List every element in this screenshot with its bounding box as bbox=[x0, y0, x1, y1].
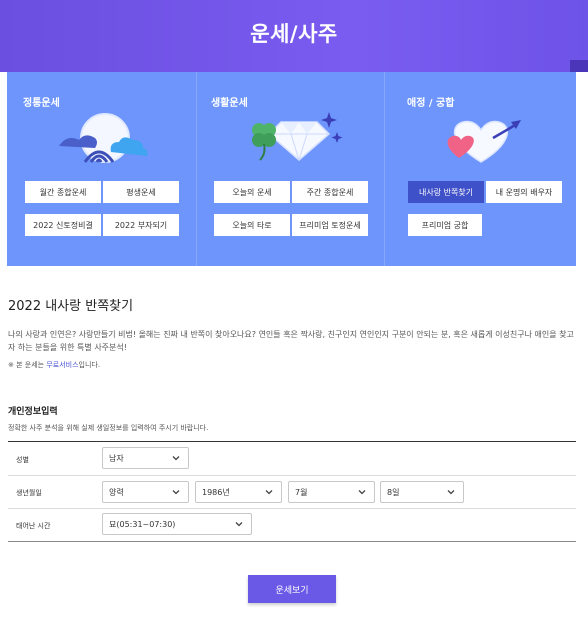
birth-month-select[interactable]: 7월 bbox=[288, 481, 375, 503]
view-fortune-button[interactable]: 운세보기 bbox=[248, 575, 336, 603]
chevron-down-icon bbox=[235, 522, 243, 527]
menu-column-title: 애정 / 궁합 bbox=[407, 98, 455, 109]
birthtime-label: 태어난 시간 bbox=[16, 522, 51, 530]
birthdate-label: 생년월일 bbox=[16, 489, 42, 497]
content-description: 나의 사랑과 인연은? 사랑만들기 비법! 올해는 진짜 내 반쪽이 찾아오나요… bbox=[8, 330, 574, 352]
gender-label: 성별 bbox=[16, 456, 29, 464]
content-title: 2022 내사랑 반쪽찾기 bbox=[8, 299, 134, 314]
chevron-down-icon bbox=[172, 456, 180, 461]
menu-button-today-fortune[interactable]: 오늘의 운세 bbox=[214, 181, 290, 203]
page-header: 운세/사주 bbox=[0, 0, 588, 72]
birth-time-value: 묘(05:31~07:30) bbox=[109, 519, 176, 529]
birth-year-select[interactable]: 1986년 bbox=[195, 481, 282, 503]
menu-button-tojeong[interactable]: 2022 신토정비결 bbox=[25, 214, 101, 236]
menu-column-life: 생활운세 오늘의 운세 주간 종합운세 오늘의 타로 프리미엄 토정운세 bbox=[196, 72, 384, 266]
birth-day-value: 8일 bbox=[387, 487, 400, 497]
menu-button-destined-spouse[interactable]: 내 운명의 배우자 bbox=[486, 181, 562, 203]
menu-button-monthly-fortune[interactable]: 월간 종합운세 bbox=[25, 181, 101, 203]
page-title: 운세/사주 bbox=[250, 22, 338, 46]
calendar-type-select[interactable]: 양력 bbox=[102, 481, 189, 503]
form-title: 개인정보입력 bbox=[8, 407, 58, 417]
calendar-type-value: 양력 bbox=[109, 487, 124, 497]
clover-diamond-icon bbox=[252, 112, 343, 161]
header-corner-shade bbox=[570, 60, 588, 72]
menu-button-wealth[interactable]: 2022 부자되기 bbox=[103, 214, 179, 236]
chevron-down-icon bbox=[172, 490, 180, 495]
form-row-divider bbox=[8, 475, 576, 476]
chevron-down-icon bbox=[447, 490, 455, 495]
menu-button-weekly-fortune[interactable]: 주간 종합운세 bbox=[292, 181, 368, 203]
menu-button-today-tarot[interactable]: 오늘의 타로 bbox=[214, 214, 290, 236]
birth-day-select[interactable]: 8일 bbox=[380, 481, 464, 503]
form-top-border bbox=[8, 441, 576, 442]
chevron-down-icon bbox=[358, 490, 366, 495]
category-menu: 정통운세 월간 종합운세 평생운세 2022 신토정비결 2022 부자되기 생… bbox=[7, 72, 576, 266]
gender-select[interactable]: 남자 bbox=[102, 447, 189, 469]
free-service-link[interactable]: 무료서비스 bbox=[46, 361, 78, 369]
menu-button-premium-tojeong[interactable]: 프리미엄 토정운세 bbox=[292, 214, 368, 236]
gender-select-value: 남자 bbox=[109, 453, 124, 463]
menu-column-title: 생활운세 bbox=[211, 98, 248, 109]
birth-month-value: 7월 bbox=[295, 487, 308, 497]
form-bottom-border bbox=[8, 541, 576, 542]
menu-column-title: 정통운세 bbox=[23, 98, 60, 109]
birth-year-value: 1986년 bbox=[202, 487, 230, 497]
menu-button-premium-compatibility[interactable]: 프리미엄 궁합 bbox=[408, 214, 482, 236]
menu-column-love: 애정 / 궁합 내사랑 반쪽찾기 내 운명의 배우자 프리미엄 궁합 bbox=[384, 72, 576, 266]
note-suffix: 입니다. bbox=[78, 361, 101, 369]
hearts-arrow-icon bbox=[447, 120, 521, 163]
menu-button-lifetime-fortune[interactable]: 평생운세 bbox=[103, 181, 179, 203]
moon-cloud-icon bbox=[59, 113, 148, 163]
menu-column-traditional: 정통운세 월간 종합운세 평생운세 2022 신토정비결 2022 부자되기 bbox=[7, 72, 195, 266]
chevron-down-icon bbox=[265, 490, 273, 495]
menu-button-find-love[interactable]: 내사랑 반쪽찾기 bbox=[408, 181, 484, 203]
free-service-note: ※ 본 운세는 무료서비스입니다. bbox=[8, 360, 100, 370]
note-prefix: ※ 본 운세는 bbox=[8, 361, 47, 369]
form-row-divider bbox=[8, 508, 576, 509]
birth-time-select[interactable]: 묘(05:31~07:30) bbox=[102, 513, 252, 535]
form-description: 정확한 사주 분석을 위해 실제 생일정보를 입력하여 주시기 바랍니다. bbox=[8, 424, 209, 432]
